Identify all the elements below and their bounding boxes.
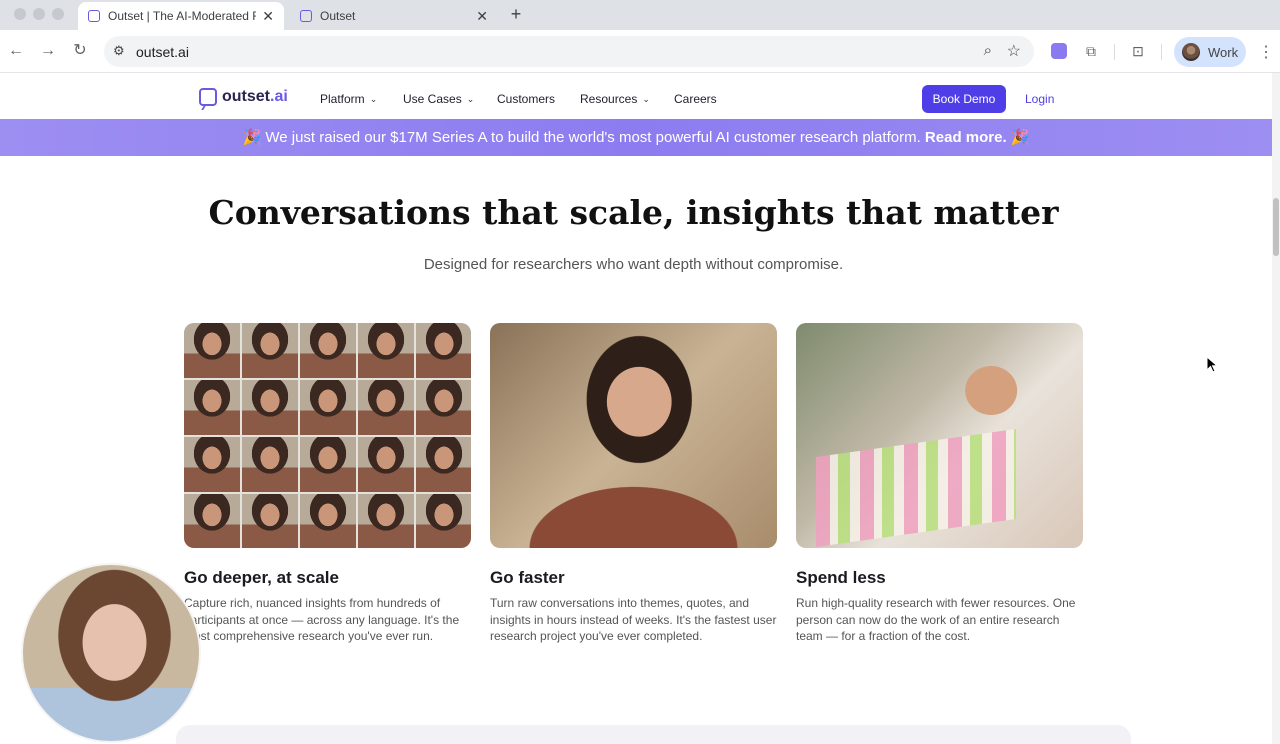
next-section-card <box>176 725 1131 744</box>
participant-tile <box>300 494 356 548</box>
window-close-control[interactable] <box>14 8 26 20</box>
site-settings-icon[interactable]: ⚙ <box>113 43 125 59</box>
tab-title: Outset | The AI-Moderated Re <box>108 9 257 23</box>
participant-tile <box>416 380 471 435</box>
extensions-puzzle-icon[interactable]: ⧉ <box>1082 42 1100 60</box>
party-popper-icon: 🎉 <box>242 129 262 146</box>
woman-speaking-image <box>490 323 777 548</box>
address-url[interactable]: outset.ai <box>136 44 189 60</box>
nav-item-resources[interactable]: Resources ⌄ <box>580 92 650 106</box>
outset-favicon-icon <box>88 10 100 22</box>
participant-tile <box>184 437 240 492</box>
participant-tile <box>242 380 298 435</box>
zoom-icon[interactable]: ⌕ <box>984 42 992 59</box>
back-icon[interactable]: ← <box>5 40 27 62</box>
team-sticky-notes-image <box>796 323 1083 548</box>
participant-tile <box>358 380 414 435</box>
logo-text: outset <box>222 88 270 105</box>
card-description: Turn raw conversations into themes, quot… <box>490 596 777 643</box>
participant-tile <box>184 323 240 378</box>
participant-tile <box>184 380 240 435</box>
participant-tile <box>416 437 471 492</box>
participant-tile <box>358 323 414 378</box>
participant-tile <box>242 437 298 492</box>
avatar <box>1182 43 1200 61</box>
nav-item-use-cases[interactable]: Use Cases ⌄ <box>403 92 474 106</box>
browser-tab-outset-home[interactable]: Outset | The AI-Moderated Re ✕ <box>78 2 284 30</box>
participant-tile <box>300 323 356 378</box>
sticky-notes <box>816 428 1016 548</box>
browser-tab-outset[interactable]: Outset ✕ <box>290 2 498 30</box>
toolbar-divider <box>1114 44 1115 60</box>
page-subtitle: Designed for researchers who want depth … <box>423 256 844 273</box>
browser-toolbar: ← → ↻ ⚙ outset.ai ⌕ ☆ ⧉ ⊡ Work ⋮ <box>0 30 1280 73</box>
chevron-down-icon: ⌄ <box>642 93 650 104</box>
participant-tile <box>358 437 414 492</box>
tab-title: Outset <box>320 9 356 23</box>
participant-tile <box>416 323 471 378</box>
card-title: Go faster <box>490 568 565 587</box>
party-popper-icon: 🎉 <box>1010 129 1030 146</box>
card-title: Go deeper, at scale <box>184 568 339 587</box>
browser-menu-icon[interactable]: ⋮ <box>1258 42 1274 62</box>
nav-label: Careers <box>674 92 717 106</box>
page-title: Conversations that scale, insights that … <box>208 193 1059 232</box>
tab-search-icon[interactable]: ⊡ <box>1129 42 1147 60</box>
participant-grid-image <box>184 323 471 548</box>
participant-tile <box>416 494 471 548</box>
nav-label: Customers <box>497 92 556 106</box>
logo-suffix: .ai <box>270 88 288 105</box>
webcam-overlay <box>21 563 201 743</box>
nav-item-platform[interactable]: Platform ⌄ <box>320 92 377 106</box>
book-demo-button[interactable]: Book Demo <box>922 85 1006 113</box>
mouse-cursor-icon <box>1206 356 1218 373</box>
chevron-down-icon: ⌄ <box>369 93 378 104</box>
profile-label: Work <box>1208 44 1239 60</box>
outset-favicon-icon <box>300 10 312 22</box>
reload-icon[interactable]: ↻ <box>69 40 91 62</box>
participant-tile <box>358 494 414 548</box>
card-description: Run high-quality research with fewer res… <box>796 596 1076 643</box>
outset-logo-icon <box>199 88 217 106</box>
forward-icon[interactable]: → <box>37 40 59 62</box>
nav-label: Platform <box>320 92 365 106</box>
participant-tile <box>242 494 298 548</box>
window-minimize-control[interactable] <box>33 8 45 20</box>
profile-button[interactable]: Work <box>1174 37 1246 67</box>
participant-tile <box>242 323 298 378</box>
close-icon[interactable]: ✕ <box>262 8 274 25</box>
participant-tile <box>300 437 356 492</box>
participant-tile <box>184 494 240 548</box>
page-scrollbar[interactable] <box>1272 73 1280 744</box>
close-icon[interactable]: ✕ <box>476 8 488 25</box>
browser-tab-strip: Outset | The AI-Moderated Re ✕ Outset ✕ … <box>0 0 1280 30</box>
banner-text: We just raised our $17M Series A to buil… <box>265 129 921 146</box>
scrollbar-thumb[interactable] <box>1273 198 1279 256</box>
extension-badge-icon[interactable] <box>1051 43 1067 59</box>
nav-label: Resources <box>580 92 638 106</box>
bookmark-star-icon[interactable]: ☆ <box>1007 41 1021 61</box>
login-link[interactable]: Login <box>1025 92 1054 106</box>
nav-item-careers[interactable]: Careers <box>674 92 717 106</box>
toolbar-divider <box>1161 44 1162 60</box>
card-title: Spend less <box>796 568 886 587</box>
nav-label: Use Cases <box>403 92 462 106</box>
nav-item-customers[interactable]: Customers <box>497 92 555 106</box>
site-navigation: outset .ai Platform ⌄ Use Cases ⌄ Customers… <box>0 73 1272 119</box>
outset-logo[interactable]: outset .ai <box>199 88 288 106</box>
new-tab-icon[interactable]: + <box>506 4 526 24</box>
address-bar[interactable]: ⚙ outset.ai ⌕ ☆ <box>104 36 1034 67</box>
announcement-banner[interactable]: 🎉 We just raised our $17M Series A to bu… <box>0 119 1272 156</box>
window-zoom-control[interactable] <box>52 8 64 20</box>
card-description: Capture rich, nuanced insights from hund… <box>184 596 460 643</box>
chevron-down-icon: ⌄ <box>466 93 475 104</box>
read-more-link[interactable]: Read more. <box>925 129 1007 146</box>
participant-tile <box>300 380 356 435</box>
